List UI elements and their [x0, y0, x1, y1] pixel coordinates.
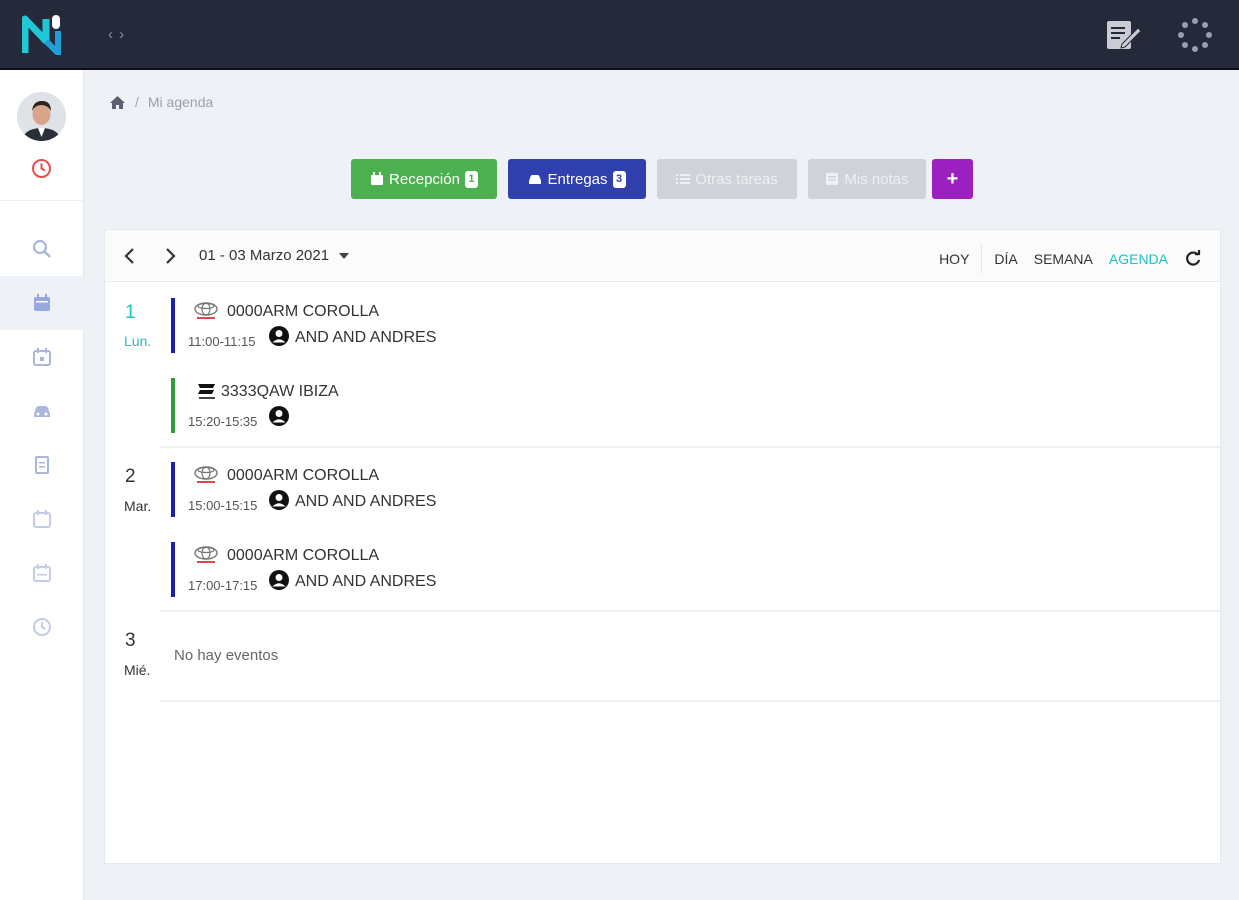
- prev-arrow-icon[interactable]: [120, 245, 140, 267]
- toyota-logo-icon: [194, 302, 218, 319]
- day-number: 1: [125, 302, 136, 323]
- deliveries-count-badge: 3: [612, 170, 626, 188]
- agenda-event[interactable]: 3333QAW IBIZA 15:20-15:35: [171, 378, 471, 433]
- date-range-label: 01 - 03 Marzo 2021: [199, 247, 330, 264]
- reception-count-badge: 1: [464, 170, 478, 188]
- my-notes-button[interactable]: Mis notas: [808, 159, 926, 199]
- user-circle-icon: [269, 406, 289, 426]
- next-arrow-icon[interactable]: [160, 245, 180, 267]
- calendar-card: 01 - 03 Marzo 2021 HOY DÍA SEMANA AGENDA…: [104, 229, 1221, 864]
- caret-down-icon: [339, 252, 350, 259]
- note-icon: [826, 173, 839, 185]
- day-number: 3: [125, 630, 136, 651]
- deliveries-label: Entregas: [547, 170, 608, 188]
- calendar-check-icon: [33, 348, 51, 366]
- day-name: Mié.: [124, 662, 151, 678]
- calendar-icon: [371, 172, 384, 185]
- my-notes-label: Mis notas: [844, 170, 909, 188]
- user-circle-icon: [269, 570, 289, 590]
- user-photo-icon: [17, 92, 66, 141]
- event-color-bar: [171, 542, 175, 597]
- avatar[interactable]: [17, 92, 66, 141]
- car-icon: [529, 175, 542, 184]
- view-switcher: HOY DÍA SEMANA AGENDA: [931, 244, 1202, 274]
- calendar-grid-icon: [33, 564, 51, 582]
- sidebar-item-documents[interactable]: [0, 438, 84, 492]
- search-icon: [32, 239, 51, 258]
- breadcrumb-current: Mi agenda: [147, 94, 214, 110]
- add-button[interactable]: +: [932, 159, 973, 199]
- sidebar-divider: [0, 200, 84, 201]
- sidebar-item-vehicles[interactable]: [0, 384, 84, 438]
- home-icon[interactable]: [109, 95, 126, 110]
- car-icon: [34, 406, 50, 417]
- event-client: AND AND ANDRES: [295, 493, 437, 510]
- reception-button[interactable]: Recepción 1: [351, 159, 497, 199]
- sidebar: [0, 70, 84, 900]
- event-vehicle: 0000ARM COROLLA: [227, 467, 380, 484]
- agenda-day: 2 Mar. 0000ARM COROLLA 15:00-15:15 AND A…: [105, 448, 1220, 612]
- sidebar-item-search[interactable]: [0, 222, 84, 276]
- list-icon: [676, 174, 691, 184]
- edit-note-icon[interactable]: [1104, 16, 1142, 54]
- clock-icon: [33, 618, 51, 636]
- event-color-bar: [171, 378, 175, 433]
- day-divider: [160, 700, 1220, 702]
- view-agenda-button[interactable]: AGENDA: [1101, 247, 1176, 271]
- breadcrumb-separator: /: [135, 94, 139, 110]
- no-events-message: No hay eventos: [174, 647, 279, 664]
- top-bar: ‹ ›: [0, 0, 1239, 70]
- agenda-event[interactable]: 0000ARM COROLLA 15:00-15:15 AND AND ANDR…: [171, 462, 571, 517]
- logo-n-icon[interactable]: [22, 13, 62, 55]
- event-color-bar: [171, 462, 175, 517]
- spinner-icon: [1178, 18, 1212, 52]
- day-name: Mar.: [124, 498, 152, 514]
- toyota-logo-icon: [194, 546, 218, 563]
- event-vehicle: 0000ARM COROLLA: [227, 547, 380, 564]
- event-vehicle: 0000ARM COROLLA: [227, 303, 380, 320]
- sidebar-item-planning[interactable]: [0, 492, 84, 546]
- view-divider: [981, 244, 983, 274]
- sidebar-toggle-button[interactable]: ‹ ›: [108, 26, 125, 43]
- agenda-day: 1 Lun. 0000ARM COROLLA 11:00-11:15 AND A…: [105, 282, 1220, 448]
- sidebar-item-history[interactable]: [0, 600, 84, 654]
- event-time: 15:00-15:15: [188, 498, 258, 513]
- other-tasks-button[interactable]: Otras tareas: [657, 159, 797, 199]
- calendar-plus-icon: [33, 510, 51, 528]
- sidebar-item-calendar[interactable]: [0, 546, 84, 600]
- document-icon: [35, 456, 49, 474]
- date-range-selector[interactable]: 01 - 03 Marzo 2021: [199, 247, 350, 264]
- day-name: Lun.: [124, 333, 152, 349]
- other-tasks-label: Otras tareas: [695, 170, 778, 188]
- view-today-button[interactable]: HOY: [931, 247, 977, 271]
- event-time: 11:00-11:15: [188, 334, 256, 349]
- deliveries-button[interactable]: Entregas 3: [508, 159, 646, 199]
- calendar-toolbar: 01 - 03 Marzo 2021 HOY DÍA SEMANA AGENDA: [105, 230, 1220, 282]
- event-color-bar: [171, 298, 175, 353]
- event-client: AND AND ANDRES: [295, 329, 437, 346]
- agenda-day: 3 Mié. No hay eventos: [105, 612, 1220, 702]
- event-client: AND AND ANDRES: [295, 573, 437, 590]
- sidebar-item-agenda[interactable]: [0, 276, 84, 330]
- agenda-event[interactable]: 0000ARM COROLLA 11:00-11:15 AND AND ANDR…: [171, 298, 571, 353]
- clock-icon[interactable]: [31, 158, 52, 179]
- reception-label: Recepción: [389, 170, 460, 188]
- agenda-event[interactable]: 0000ARM COROLLA 17:00-17:15 AND AND ANDR…: [171, 542, 571, 597]
- view-day-button[interactable]: DÍA: [986, 247, 1025, 271]
- seat-logo-icon: [198, 384, 215, 399]
- day-number: 2: [125, 466, 136, 487]
- event-time: 15:20-15:35: [188, 414, 258, 429]
- toyota-logo-icon: [194, 466, 218, 483]
- user-circle-icon: [269, 326, 289, 346]
- view-week-button[interactable]: SEMANA: [1026, 247, 1101, 271]
- user-circle-icon: [269, 490, 289, 510]
- breadcrumb: / Mi agenda: [109, 94, 213, 110]
- sidebar-item-appointments[interactable]: [0, 330, 84, 384]
- event-time: 17:00-17:15: [188, 578, 258, 593]
- calendar-filled-icon: [34, 294, 50, 311]
- event-vehicle: 3333QAW IBIZA: [221, 383, 339, 400]
- refresh-icon[interactable]: [1184, 250, 1202, 268]
